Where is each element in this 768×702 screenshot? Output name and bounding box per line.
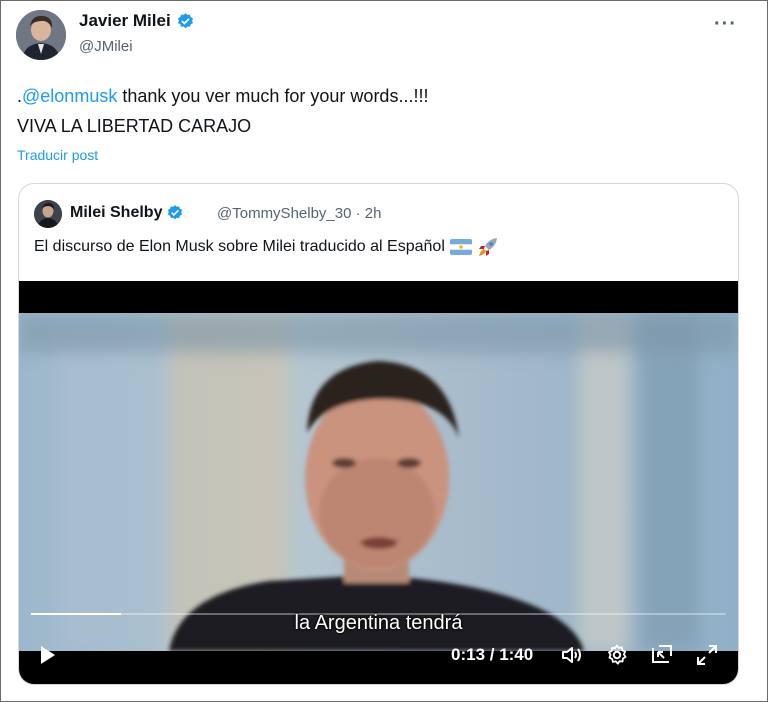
quoted-post[interactable]: Milei Shelby @TommyShelby_30 · 2h El dis… xyxy=(18,183,739,685)
post-container: Javier Milei @JMilei ··· .@elonmusk than… xyxy=(0,0,768,702)
author-name-row: Javier Milei xyxy=(79,11,195,31)
text-rest: thank you ver much for your words...!!! xyxy=(117,86,429,106)
post-text-line-2: VIVA LA LIBERTAD CARAJO xyxy=(17,116,252,136)
quoted-meta: @TommyShelby_30 · 2h xyxy=(217,205,381,222)
quoted-author-name-row: Milei Shelby xyxy=(70,204,184,222)
quoted-timestamp[interactable]: 2h xyxy=(365,205,382,222)
video-controls: 0:13 / 1:40 xyxy=(19,637,738,677)
quoted-author-name[interactable]: Milei Shelby xyxy=(70,204,162,222)
video-player[interactable]: la Argentina tendrá 0:13 / 1:40 xyxy=(19,281,738,684)
author-avatar[interactable] xyxy=(16,10,66,60)
quoted-text: El discurso de Elon Musk sobre Milei tra… xyxy=(34,238,445,255)
rocket-icon xyxy=(478,238,497,256)
author-name[interactable]: Javier Milei xyxy=(79,11,171,31)
video-time: 0:13 / 1:40 xyxy=(451,645,534,664)
quoted-author-handle[interactable]: @TommyShelby_30 xyxy=(217,205,351,222)
meta-separator: · xyxy=(355,205,361,222)
play-icon[interactable] xyxy=(39,644,57,666)
verified-badge-icon xyxy=(168,205,183,220)
verified-badge-icon xyxy=(177,12,193,28)
quoted-text-row: El discurso de Elon Musk sobre Milei tra… xyxy=(34,237,499,257)
quoted-author-avatar[interactable] xyxy=(34,200,62,228)
settings-gear-icon[interactable] xyxy=(605,643,629,667)
translate-post-link[interactable]: Traducir post xyxy=(17,147,98,163)
volume-icon[interactable] xyxy=(560,643,584,667)
picture-in-picture-icon[interactable] xyxy=(650,643,674,667)
author-handle[interactable]: @JMilei xyxy=(79,38,133,55)
fullscreen-icon[interactable] xyxy=(695,643,719,667)
argentina-flag-icon xyxy=(449,239,472,255)
video-frame xyxy=(19,313,738,651)
video-subtitle: la Argentina tendrá xyxy=(294,612,463,634)
mention-link[interactable]: @elonmusk xyxy=(22,86,117,106)
post-text-line-1: .@elonmusk thank you ver much for your w… xyxy=(17,86,428,107)
more-options-icon[interactable]: ··· xyxy=(714,13,737,36)
